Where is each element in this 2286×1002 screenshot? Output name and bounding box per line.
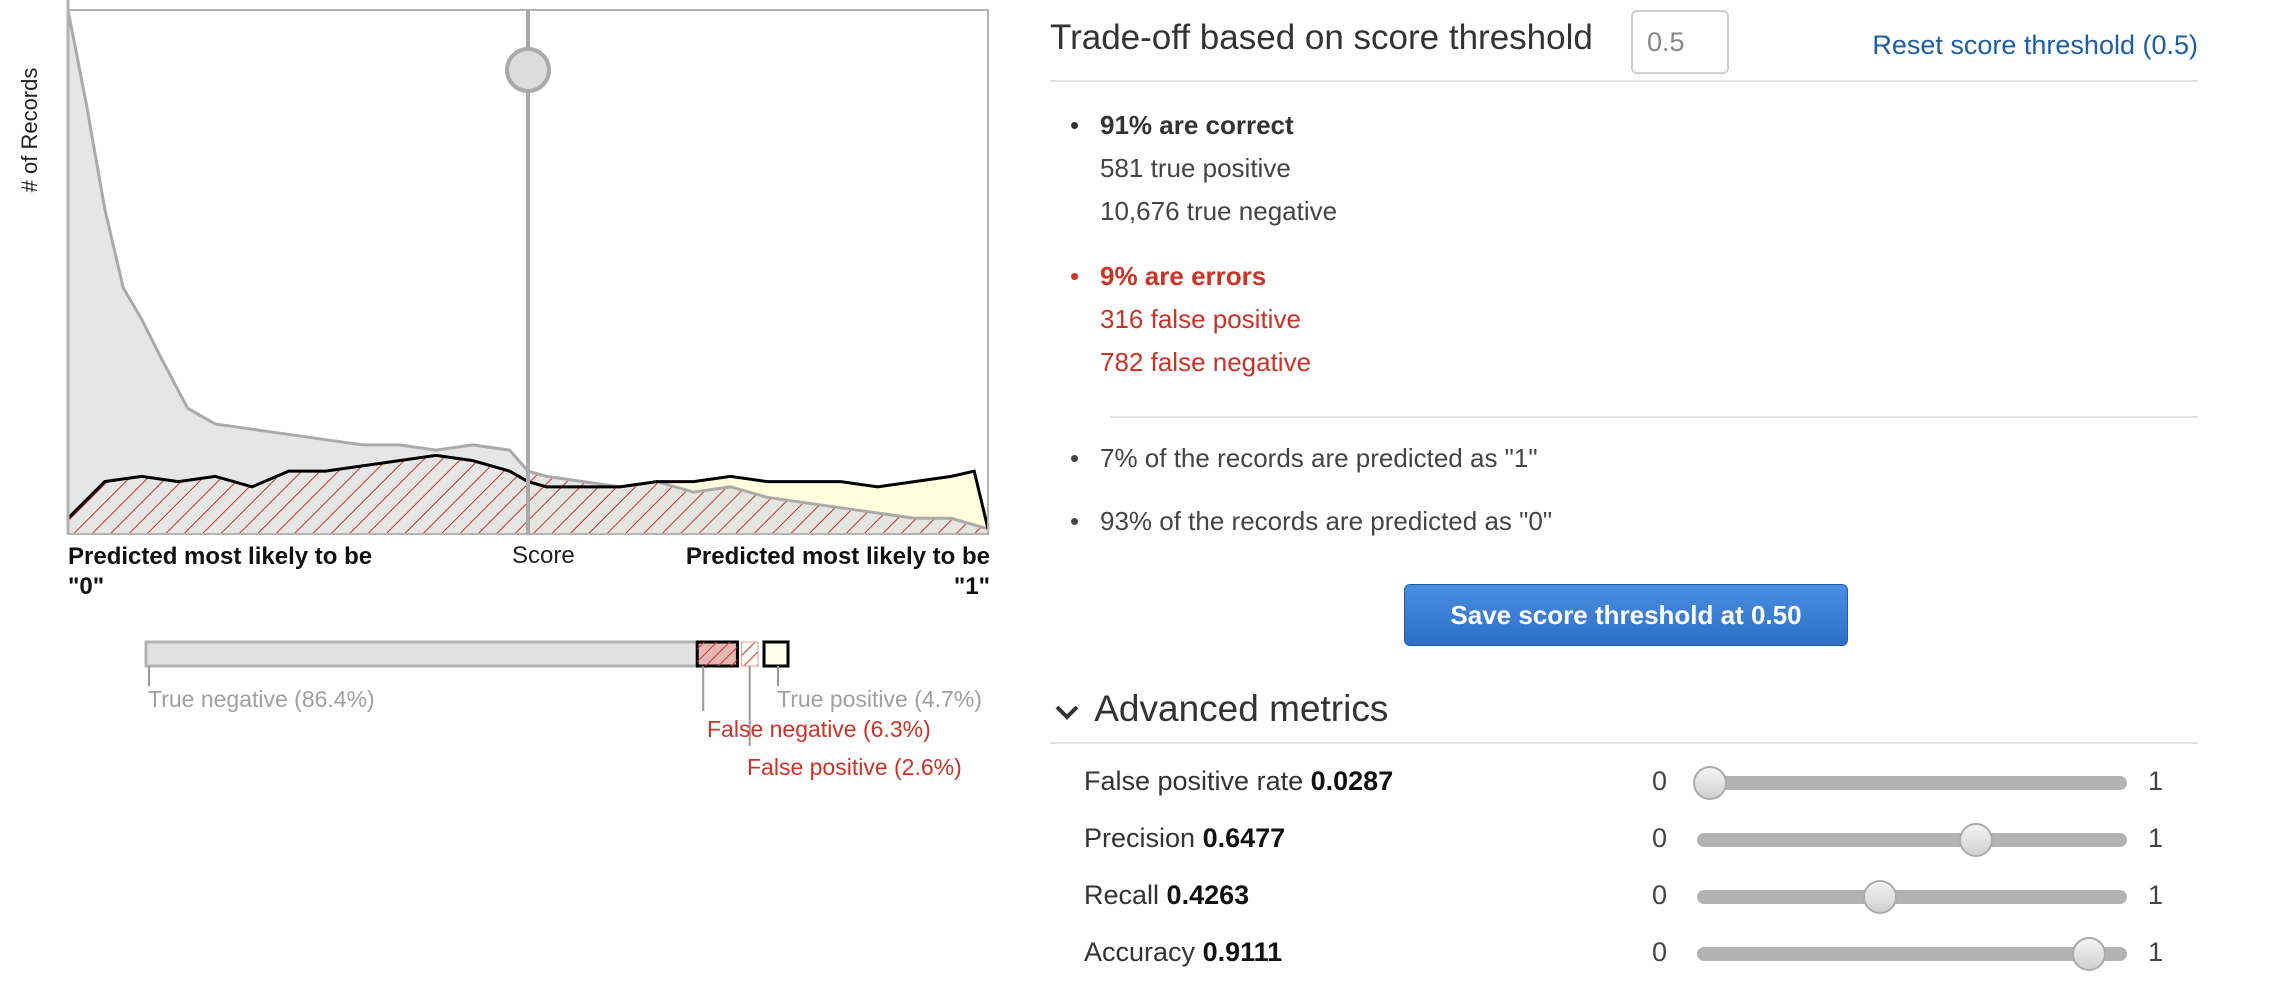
metric-value: 0.4263 — [1166, 880, 1250, 910]
metric-value: 0.6477 — [1202, 823, 1286, 853]
slider-min-label: 0 — [1652, 766, 1668, 796]
predicted-0-summary: • 93% of the records are predicted as "0… — [1070, 506, 1553, 537]
metric-name: Accuracy — [1084, 937, 1196, 967]
divider — [1050, 742, 2198, 744]
bullet-dot: • — [1070, 506, 1080, 536]
advanced-metrics-toggle[interactable]: Advanced metrics — [1054, 688, 1388, 730]
x-right-label-line1: Predicted most likely to be — [685, 543, 990, 570]
x-axis-score-label: Score — [512, 542, 575, 569]
true-negative-segment — [144, 640, 699, 668]
slider-knob[interactable] — [1958, 823, 1993, 857]
divider — [1110, 416, 2198, 418]
false-positive-count: 316 false positive — [1100, 304, 1301, 334]
true-negative-count: 10,676 true negative — [1100, 196, 1338, 226]
score-distribution-chart[interactable] — [0, 0, 1000, 600]
save-threshold-button[interactable]: Save score threshold at 0.50 — [1404, 584, 1848, 646]
y-axis-label: # of Records — [17, 67, 42, 193]
bullet-dot: • — [1070, 443, 1080, 473]
metric-name: Precision — [1084, 823, 1196, 853]
x-right-label-line2: "1" — [953, 573, 990, 600]
false-negative-count: 782 false negative — [1100, 347, 1312, 377]
slider-min-label: 0 — [1652, 823, 1668, 853]
metric-false-positive-rate: False positive rate 0.0287 — [1084, 766, 1393, 797]
threshold-handle[interactable] — [505, 47, 551, 93]
slider-max-label: 1 — [2148, 823, 2164, 853]
recall-slider[interactable] — [1697, 880, 2127, 914]
predicted-0-text: 93% of the records are predicted as "0" — [1100, 506, 1553, 536]
bullet-dot: • — [1070, 110, 1080, 140]
metric-value: 0.0287 — [1310, 766, 1394, 796]
false-positive-rate-slider[interactable] — [1692, 766, 2127, 800]
errors-summary: • 9% are errors — [1070, 261, 1267, 292]
x-left-label: Predicted most likely to be "0" — [68, 542, 408, 602]
advanced-metrics-label: Advanced metrics — [1094, 688, 1389, 729]
correct-headline: 91% are correct — [1100, 110, 1294, 140]
precision-slider[interactable] — [1697, 823, 2127, 857]
true-positive-count: 581 true positive — [1100, 153, 1291, 183]
slider-knob[interactable] — [2071, 937, 2106, 971]
slider-min-label: 0 — [1652, 880, 1668, 910]
x-left-label-line2: "0" — [68, 573, 105, 600]
slider-knob[interactable] — [1692, 766, 1727, 800]
true-negative-label: True negative (86.4%) — [148, 686, 375, 712]
predicted-1-summary: • 7% of the records are predicted as "1" — [1070, 443, 1538, 474]
correct-summary: • 91% are correct — [1070, 110, 1294, 141]
slider-knob[interactable] — [1863, 880, 1898, 914]
x-right-label: Predicted most likely to be "1" — [650, 542, 990, 602]
panel-title: Trade-off based on score threshold — [1050, 18, 1593, 57]
metric-value: 0.9111 — [1202, 937, 1283, 967]
true-positive-segment — [762, 640, 790, 668]
accuracy-slider[interactable] — [1697, 937, 2127, 971]
false-positive-label: False positive (2.6%) — [747, 754, 962, 780]
bullet-dot: • — [1070, 261, 1080, 291]
metric-name: False positive rate — [1084, 766, 1304, 796]
score-threshold-input[interactable] — [1631, 10, 1729, 74]
chevron-down-icon — [1054, 688, 1086, 730]
metric-accuracy: Accuracy 0.9111 — [1084, 937, 1282, 968]
slider-max-label: 1 — [2148, 880, 2164, 910]
x-left-label-line1: Predicted most likely to be — [68, 543, 373, 570]
predicted-1-text: 7% of the records are predicted as "1" — [1100, 443, 1538, 473]
reset-threshold-link[interactable]: Reset score threshold (0.5) — [1872, 30, 2198, 61]
false-positive-segment — [740, 641, 759, 667]
divider — [1050, 80, 2198, 82]
true-positive-label: True positive (4.7%) — [777, 686, 982, 712]
false-negative-label: False negative (6.3%) — [707, 716, 931, 742]
metric-name: Recall — [1084, 880, 1160, 910]
slider-min-label: 0 — [1652, 937, 1668, 967]
metric-precision: Precision 0.6477 — [1084, 823, 1285, 854]
errors-headline: 9% are errors — [1100, 261, 1267, 291]
metric-recall: Recall 0.4263 — [1084, 880, 1249, 911]
slider-max-label: 1 — [2148, 766, 2164, 796]
slider-max-label: 1 — [2148, 937, 2164, 967]
false-negative-hatch — [697, 642, 738, 666]
